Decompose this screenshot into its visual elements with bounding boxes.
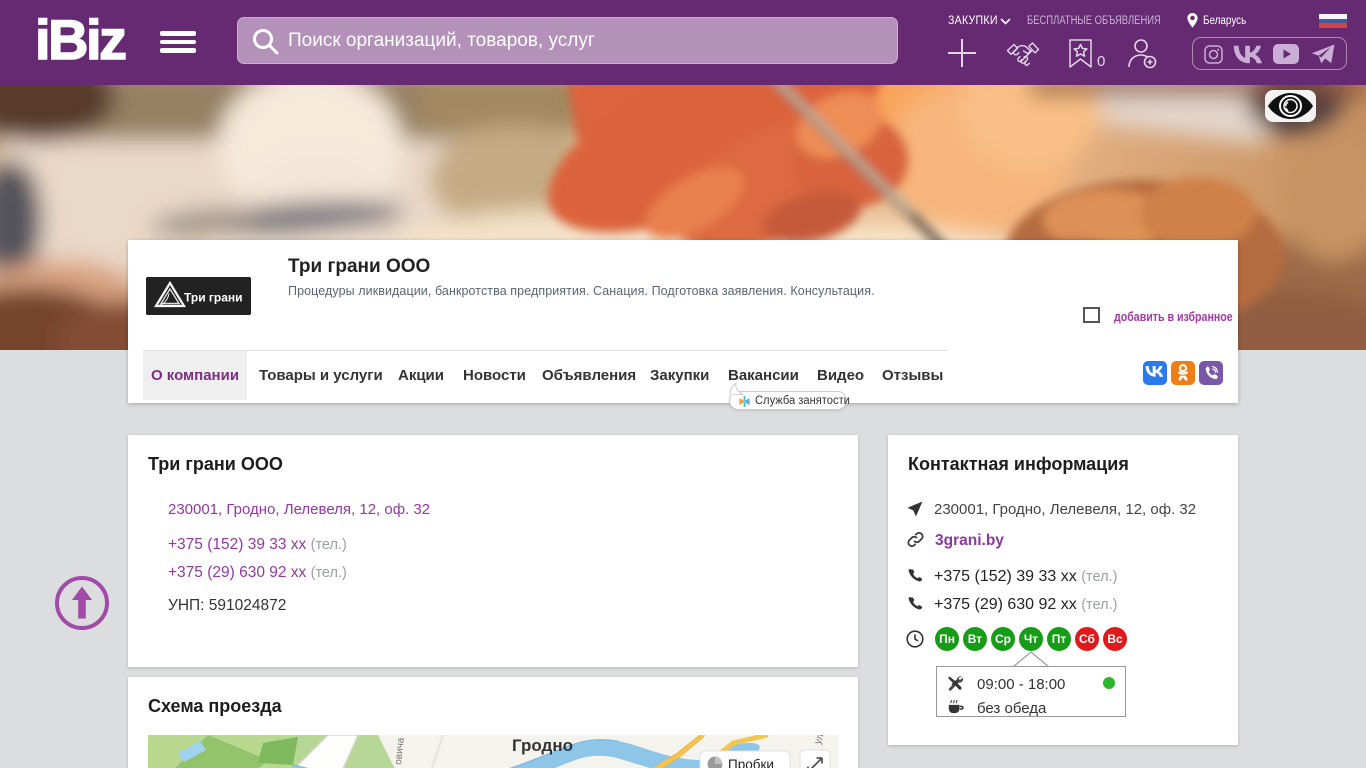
- svg-text:Пробки: Пробки: [728, 757, 774, 768]
- svg-text:Гродно: Гродно: [512, 736, 573, 755]
- svg-text:Три грани: Три грани: [184, 291, 243, 305]
